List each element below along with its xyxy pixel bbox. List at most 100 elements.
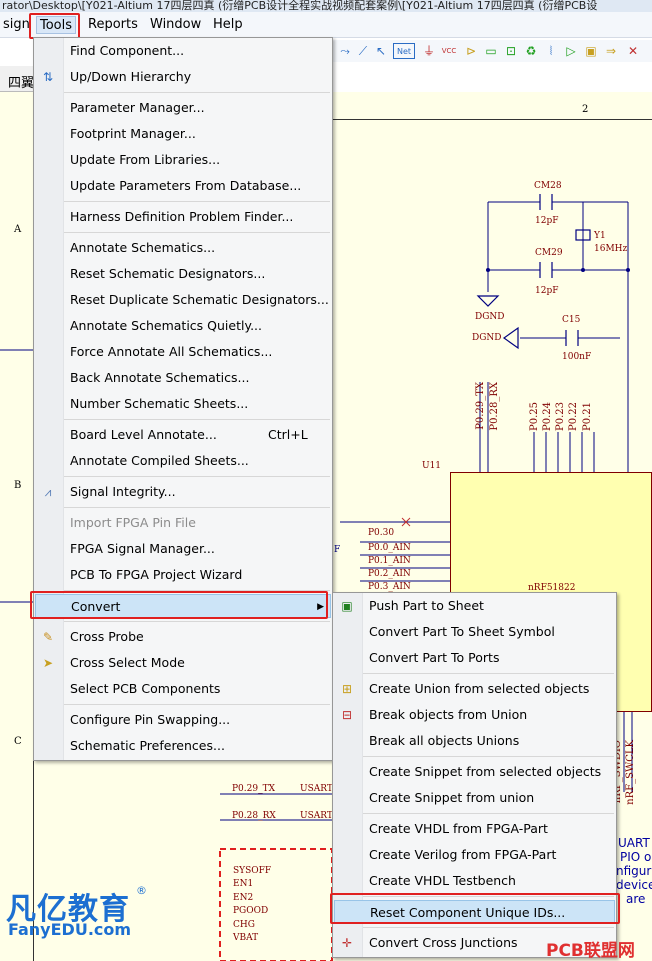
- menu-item-snippet-selected[interactable]: Create Snippet from selected objects: [333, 760, 616, 784]
- note-text-2: nfigura: [616, 864, 652, 878]
- menu-separator: [363, 813, 614, 814]
- menu-item-convert-part-sheet-symbol[interactable]: Convert Part To Sheet Symbol: [333, 620, 616, 644]
- menu-item-annotate-quietly[interactable]: Annotate Schematics Quietly...: [34, 314, 332, 338]
- device-sheet-icon[interactable]: ♻: [523, 43, 539, 59]
- net-label-icon[interactable]: Net: [393, 43, 415, 59]
- sheet-entry-icon[interactable]: ⊡: [503, 43, 519, 59]
- menu-separator: [64, 621, 330, 622]
- menu-tools[interactable]: Tools: [36, 16, 77, 34]
- pin-left-4: P0.3_AIN: [368, 582, 411, 592]
- power-pgood: PGOOD: [233, 906, 269, 916]
- u11-designator: U11: [422, 461, 442, 471]
- menu-item-select-pcb-components[interactable]: Select PCB Components: [34, 677, 332, 701]
- menu-item-board-level-annotate[interactable]: Board Level Annotate... Ctrl+L: [34, 423, 332, 447]
- menu-item-pcb-to-fpga-wizard[interactable]: PCB To FPGA Project Wizard: [34, 563, 332, 587]
- pin-bottom-1: nRF_SWCLK: [625, 740, 636, 805]
- note-text-0: UART in: [618, 836, 652, 850]
- port-icon[interactable]: ▷: [563, 43, 579, 59]
- c15-designator: C15: [562, 315, 581, 325]
- menu-item-cross-probe[interactable]: ✎ Cross Probe: [34, 625, 332, 649]
- menu-window[interactable]: Window: [147, 16, 204, 34]
- menu-item-force-annotate[interactable]: Force Annotate All Schematics...: [34, 340, 332, 364]
- cross-probe-icon: ✎: [42, 630, 54, 644]
- menu-item-convert-part-ports[interactable]: Convert Part To Ports: [333, 646, 616, 670]
- power-chg: CHG: [233, 920, 255, 930]
- pcb-watermark: PCB联盟网: [546, 941, 635, 961]
- note-text-1: PIO or: [620, 850, 652, 864]
- menu-item-update-from-libraries[interactable]: Update From Libraries...: [34, 148, 332, 172]
- pin-top-3: P0.24: [542, 402, 553, 431]
- pin-left-2: P0.1_AIN: [368, 556, 411, 566]
- directive-icon[interactable]: ▣: [583, 43, 599, 59]
- push-part-icon: ▣: [341, 599, 353, 613]
- menu-item-update-parameters-db[interactable]: Update Parameters From Database...: [34, 174, 332, 198]
- gnd-icon[interactable]: ⏚: [421, 43, 437, 59]
- pin-left-3: P0.2_AIN: [368, 569, 411, 579]
- menu-separator: [64, 507, 330, 508]
- menu-item-reset-unique-ids[interactable]: Reset Component Unique IDs...: [334, 900, 615, 924]
- menu-item-snippet-union[interactable]: Create Snippet from union: [333, 786, 616, 810]
- menu-item-footprint-manager[interactable]: Footprint Manager...: [34, 122, 332, 146]
- pin-top-4: P0.23: [555, 402, 566, 431]
- usart-label-1: USART: [300, 784, 333, 794]
- menu-item-annotate-schematics[interactable]: Annotate Schematics...: [34, 236, 332, 260]
- cm29-value: 12pF: [535, 286, 559, 296]
- note-text-3: device: [616, 878, 652, 892]
- menu-item-annotate-compiled[interactable]: Annotate Compiled Sheets...: [34, 449, 332, 473]
- menu-item-create-union[interactable]: ⊞ Create Union from selected objects: [333, 677, 616, 701]
- menu-item-harness-finder[interactable]: Harness Definition Problem Finder...: [34, 205, 332, 229]
- menu-item-break-union[interactable]: ⊟ Break objects from Union: [333, 703, 616, 727]
- usart-label-2: USART: [300, 811, 333, 821]
- y1-designator: Y1: [594, 231, 606, 241]
- net-f-label: F: [334, 545, 341, 555]
- sheet-symbol-icon[interactable]: ▭: [483, 43, 499, 59]
- cm28-designator: CM28: [534, 181, 562, 191]
- menu-item-configure-pin-swapping[interactable]: Configure Pin Swapping...: [34, 708, 332, 732]
- menu-item-convert[interactable]: Convert ▶: [35, 594, 331, 618]
- menu-item-reset-duplicate-designators[interactable]: Reset Duplicate Schematic Designators...: [34, 288, 332, 312]
- bus-entry-icon[interactable]: ↖: [373, 43, 389, 59]
- cm28-value: 12pF: [535, 216, 559, 226]
- menu-item-break-all-unions[interactable]: Break all objects Unions: [333, 729, 616, 753]
- pin-top-5: P0.22: [568, 402, 579, 431]
- menu-item-reset-designators[interactable]: Reset Schematic Designators...: [34, 262, 332, 286]
- menu-item-find-component[interactable]: Find Component...: [34, 39, 332, 63]
- menu-item-cross-select-mode[interactable]: ➤ Cross Select Mode: [34, 651, 332, 675]
- menu-item-number-sheets[interactable]: Number Schematic Sheets...: [34, 392, 332, 416]
- bus-icon[interactable]: ⟋: [355, 43, 371, 59]
- menu-separator: [64, 590, 330, 591]
- menu-item-vhdl-testbench[interactable]: Create VHDL Testbench: [333, 869, 616, 893]
- power-sysoff: SYSOFF: [233, 866, 272, 876]
- menu-separator: [363, 896, 614, 897]
- menu-help[interactable]: Help: [210, 16, 246, 34]
- wire-icon[interactable]: ⤳: [337, 43, 353, 59]
- menu-item-parameter-manager[interactable]: Parameter Manager...: [34, 96, 332, 120]
- menu-item-push-part-to-sheet[interactable]: ▣ Push Part to Sheet: [333, 594, 616, 618]
- cm29-designator: CM29: [535, 248, 563, 258]
- c15-value: 100nF: [562, 352, 592, 362]
- menu-item-updown-hierarchy[interactable]: ⇅ Up/Down Hierarchy: [34, 65, 332, 89]
- registered-icon: ®: [136, 884, 147, 897]
- menu-item-back-annotate[interactable]: Back Annotate Schematics...: [34, 366, 332, 390]
- menu-design[interactable]: sign: [0, 16, 33, 34]
- menu-separator: [363, 756, 614, 757]
- signal-integrity-icon: ⩘: [44, 485, 52, 499]
- tools-menu: Find Component... ⇅ Up/Down Hierarchy Par…: [33, 37, 333, 761]
- menu-item-fpga-signal-manager[interactable]: FPGA Signal Manager...: [34, 537, 332, 561]
- no-erc-icon[interactable]: ⇒: [603, 43, 619, 59]
- cross-junction-icon: ✛: [341, 936, 353, 950]
- document-tab[interactable]: 四翼: [8, 72, 34, 91]
- close-icon[interactable]: ✕: [625, 43, 641, 59]
- part-icon[interactable]: ⊳: [463, 43, 479, 59]
- note-text-4: are: [626, 892, 646, 906]
- dgnd-label-2: DGND: [472, 333, 502, 343]
- menu-separator: [64, 232, 330, 233]
- menu-item-create-verilog[interactable]: Create Verilog from FPGA-Part: [333, 843, 616, 867]
- menu-item-create-vhdl[interactable]: Create VHDL from FPGA-Part: [333, 817, 616, 841]
- harness-icon[interactable]: ⦚: [543, 43, 559, 59]
- menu-item-signal-integrity[interactable]: ⩘ Signal Integrity...: [34, 480, 332, 504]
- menu-reports[interactable]: Reports: [85, 16, 141, 34]
- menu-item-schematic-preferences[interactable]: Schematic Preferences...: [34, 734, 332, 758]
- vcc-icon[interactable]: VCC: [441, 43, 457, 59]
- menu-separator: [363, 927, 614, 928]
